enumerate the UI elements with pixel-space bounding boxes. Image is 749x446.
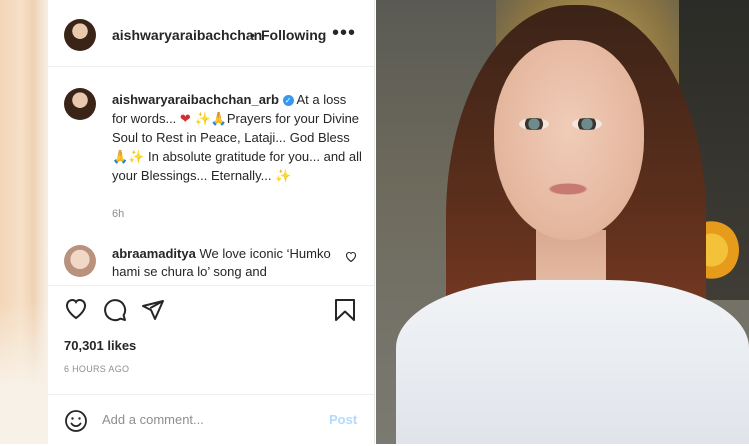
- emoji-icon[interactable]: [64, 409, 88, 433]
- post-actions: 70,301 likes 6 HOURS AGO Post: [48, 285, 374, 445]
- right-eye: [572, 118, 602, 130]
- add-comment-bar: Post: [48, 394, 374, 446]
- sparkles-emoji: ✨: [128, 149, 145, 164]
- header-username[interactable]: aishwaryaraibachchan: [112, 27, 262, 43]
- profile-avatar[interactable]: [64, 19, 96, 51]
- left-eye: [519, 118, 549, 130]
- white-top: [396, 280, 749, 444]
- comment-icon[interactable]: [103, 298, 127, 322]
- post-timestamp[interactable]: 6 HOURS AGO: [64, 364, 129, 374]
- more-icon[interactable]: •••: [332, 22, 356, 45]
- comment-username[interactable]: abraamaditya: [112, 246, 196, 261]
- lips: [548, 183, 588, 195]
- comment-input[interactable]: [102, 412, 322, 427]
- share-icon[interactable]: [141, 298, 165, 322]
- header-separator: •: [250, 27, 255, 43]
- comment-like-icon[interactable]: [345, 251, 357, 262]
- sparkles-emoji: ✨: [275, 168, 292, 183]
- caption-timestamp[interactable]: 6h: [112, 208, 124, 220]
- following-button[interactable]: Following: [261, 27, 326, 43]
- heart-icon[interactable]: [64, 298, 88, 320]
- comment: abraamaditya We love iconic ‘Humko hami …: [112, 245, 342, 279]
- bookmark-icon[interactable]: [334, 298, 356, 322]
- face: [494, 40, 644, 240]
- pray-emoji: 🙏: [112, 149, 129, 164]
- post-button[interactable]: Post: [329, 412, 357, 427]
- verified-badge-icon: ✓: [282, 95, 294, 106]
- caption-text-3: In absolute gratitude for you... and all…: [112, 149, 362, 183]
- left-photo-crop: [0, 0, 48, 444]
- pray-emoji: 🙏: [210, 111, 227, 126]
- post-caption: aishwaryaraibachchan_arb ✓ At a loss for…: [112, 90, 362, 185]
- caption-avatar[interactable]: [64, 88, 96, 120]
- post-header: aishwaryaraibachchan • Following •••: [48, 0, 374, 67]
- heart-emoji: ❤: [179, 111, 191, 126]
- caption-username[interactable]: aishwaryaraibachchan_arb: [112, 92, 279, 107]
- instagram-post-panel: aishwaryaraibachchan • Following ••• ais…: [48, 0, 375, 444]
- commenter-avatar[interactable]: [64, 245, 96, 277]
- portrait-photo: [376, 0, 749, 444]
- sparkles-emoji: ✨: [190, 111, 211, 126]
- likes-count[interactable]: 70,301 likes: [64, 338, 136, 353]
